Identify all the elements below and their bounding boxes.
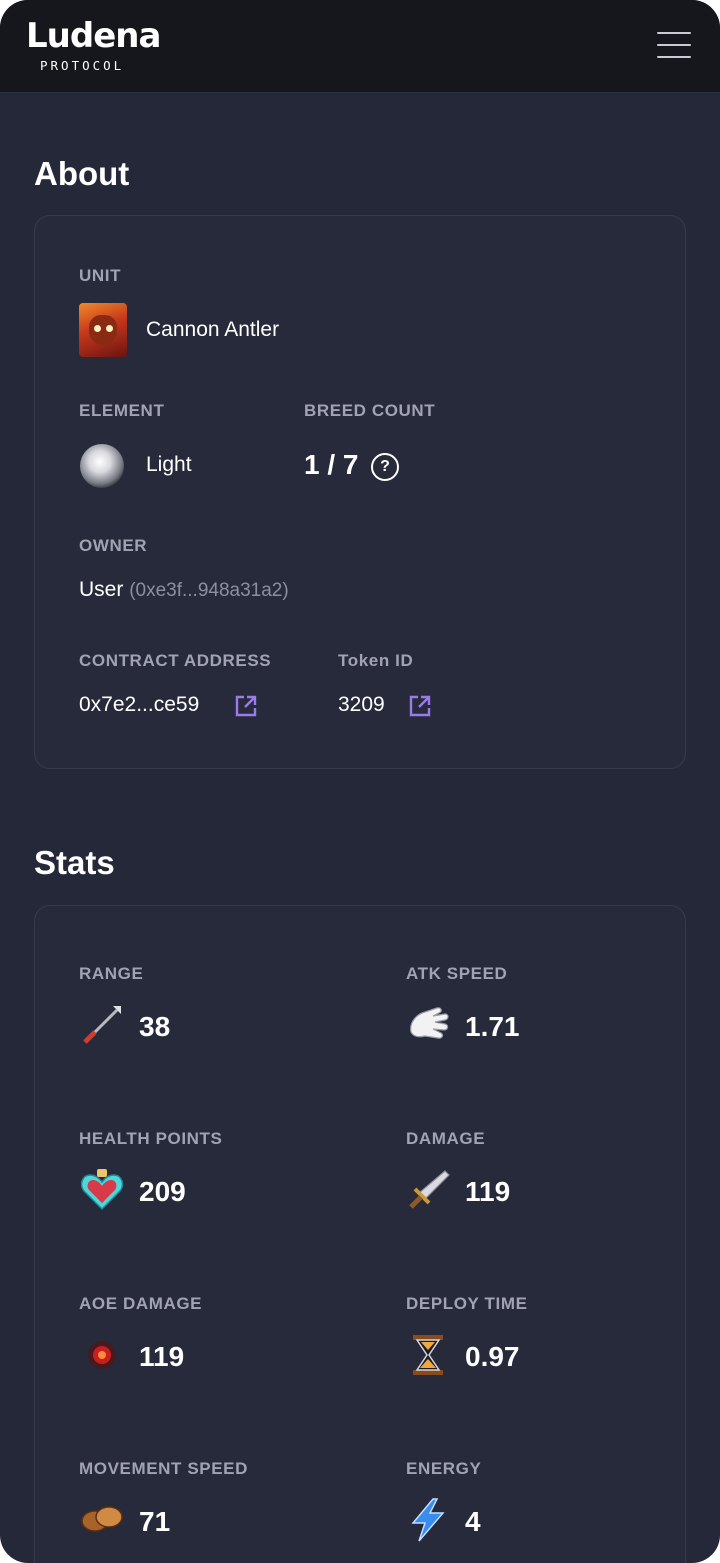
- stat-label-deploy-time: DEPLOY TIME: [406, 1294, 528, 1313]
- token-id-value[interactable]: 3209: [338, 691, 385, 719]
- stat-label-energy: ENERGY: [406, 1459, 482, 1478]
- stat-value-atk-speed: 1.71: [465, 1011, 520, 1042]
- hourglass-icon: [413, 1335, 443, 1375]
- arrow-icon: [83, 1006, 121, 1044]
- contract-address-label: CONTRACT ADDRESS: [79, 651, 272, 670]
- owner-label: OWNER: [79, 536, 148, 555]
- stat-value-range: 38: [139, 1011, 171, 1042]
- stat-value-aoe-damage: 119: [139, 1341, 185, 1372]
- stat-value-deploy-time: 0.97: [465, 1341, 520, 1372]
- help-icon[interactable]: ?: [371, 453, 399, 481]
- boots-icon: [81, 1506, 123, 1532]
- sword-icon: [409, 1170, 450, 1209]
- stat-value-movement-speed: 71: [139, 1506, 171, 1537]
- glove-icon: [410, 1007, 449, 1039]
- unit-avatar: [79, 303, 127, 357]
- logo-subtext: PROTOCOL: [40, 58, 125, 73]
- breed-count-value: 1 / 7: [304, 449, 359, 480]
- stat-label-aoe-damage: AOE DAMAGE: [79, 1294, 203, 1313]
- stat-value-damage: 119: [465, 1176, 511, 1207]
- unit-label: UNIT: [79, 266, 122, 285]
- light-element-icon: [80, 444, 124, 488]
- stat-label-health-points: HEALTH POINTS: [79, 1129, 223, 1148]
- external-link-icon[interactable]: [233, 693, 259, 719]
- owner-value: User (0xe3f...948a31a2): [79, 576, 289, 605]
- logo-wordmark: Ludena: [26, 16, 161, 56]
- stat-label-movement-speed: MOVEMENT SPEED: [79, 1459, 248, 1478]
- lightning-icon: [411, 1498, 445, 1542]
- stat-label-damage: DAMAGE: [406, 1129, 486, 1148]
- explosion-icon: [88, 1341, 116, 1369]
- owner-address[interactable]: (0xe3f...948a31a2): [129, 580, 289, 601]
- stat-label-atk-speed: ATK SPEED: [406, 964, 508, 983]
- unit-name: Cannon Antler: [146, 318, 280, 341]
- stat-value-energy: 4: [465, 1506, 481, 1537]
- app-screen: Ludena PROTOCOL About UNIT Cannon Antler…: [0, 0, 720, 1563]
- about-title: About: [34, 155, 130, 192]
- contract-address-value[interactable]: 0x7e2...ce59: [79, 691, 199, 719]
- breed-count-label: BREED COUNT: [304, 401, 436, 420]
- stat-value-health-points: 209: [139, 1176, 186, 1207]
- external-link-icon[interactable]: [407, 693, 433, 719]
- element-label: ELEMENT: [79, 401, 165, 420]
- stat-label-range: RANGE: [79, 964, 144, 983]
- stats-card: RANGE 38 ATK SPEED 1.71 HEALTH POINTS 20…: [34, 905, 686, 1563]
- ludena-logo[interactable]: Ludena PROTOCOL: [26, 16, 161, 76]
- about-card: UNIT Cannon Antler ELEMENT Light BREED C…: [34, 215, 686, 769]
- hamburger-menu-icon[interactable]: [654, 30, 694, 62]
- stats-title: Stats: [34, 844, 115, 881]
- element-value: Light: [146, 453, 192, 476]
- top-navbar: Ludena PROTOCOL: [0, 0, 720, 93]
- owner-name: User: [79, 578, 124, 601]
- token-id-label: Token ID: [338, 651, 414, 670]
- heart-potion-icon: [80, 1169, 124, 1211]
